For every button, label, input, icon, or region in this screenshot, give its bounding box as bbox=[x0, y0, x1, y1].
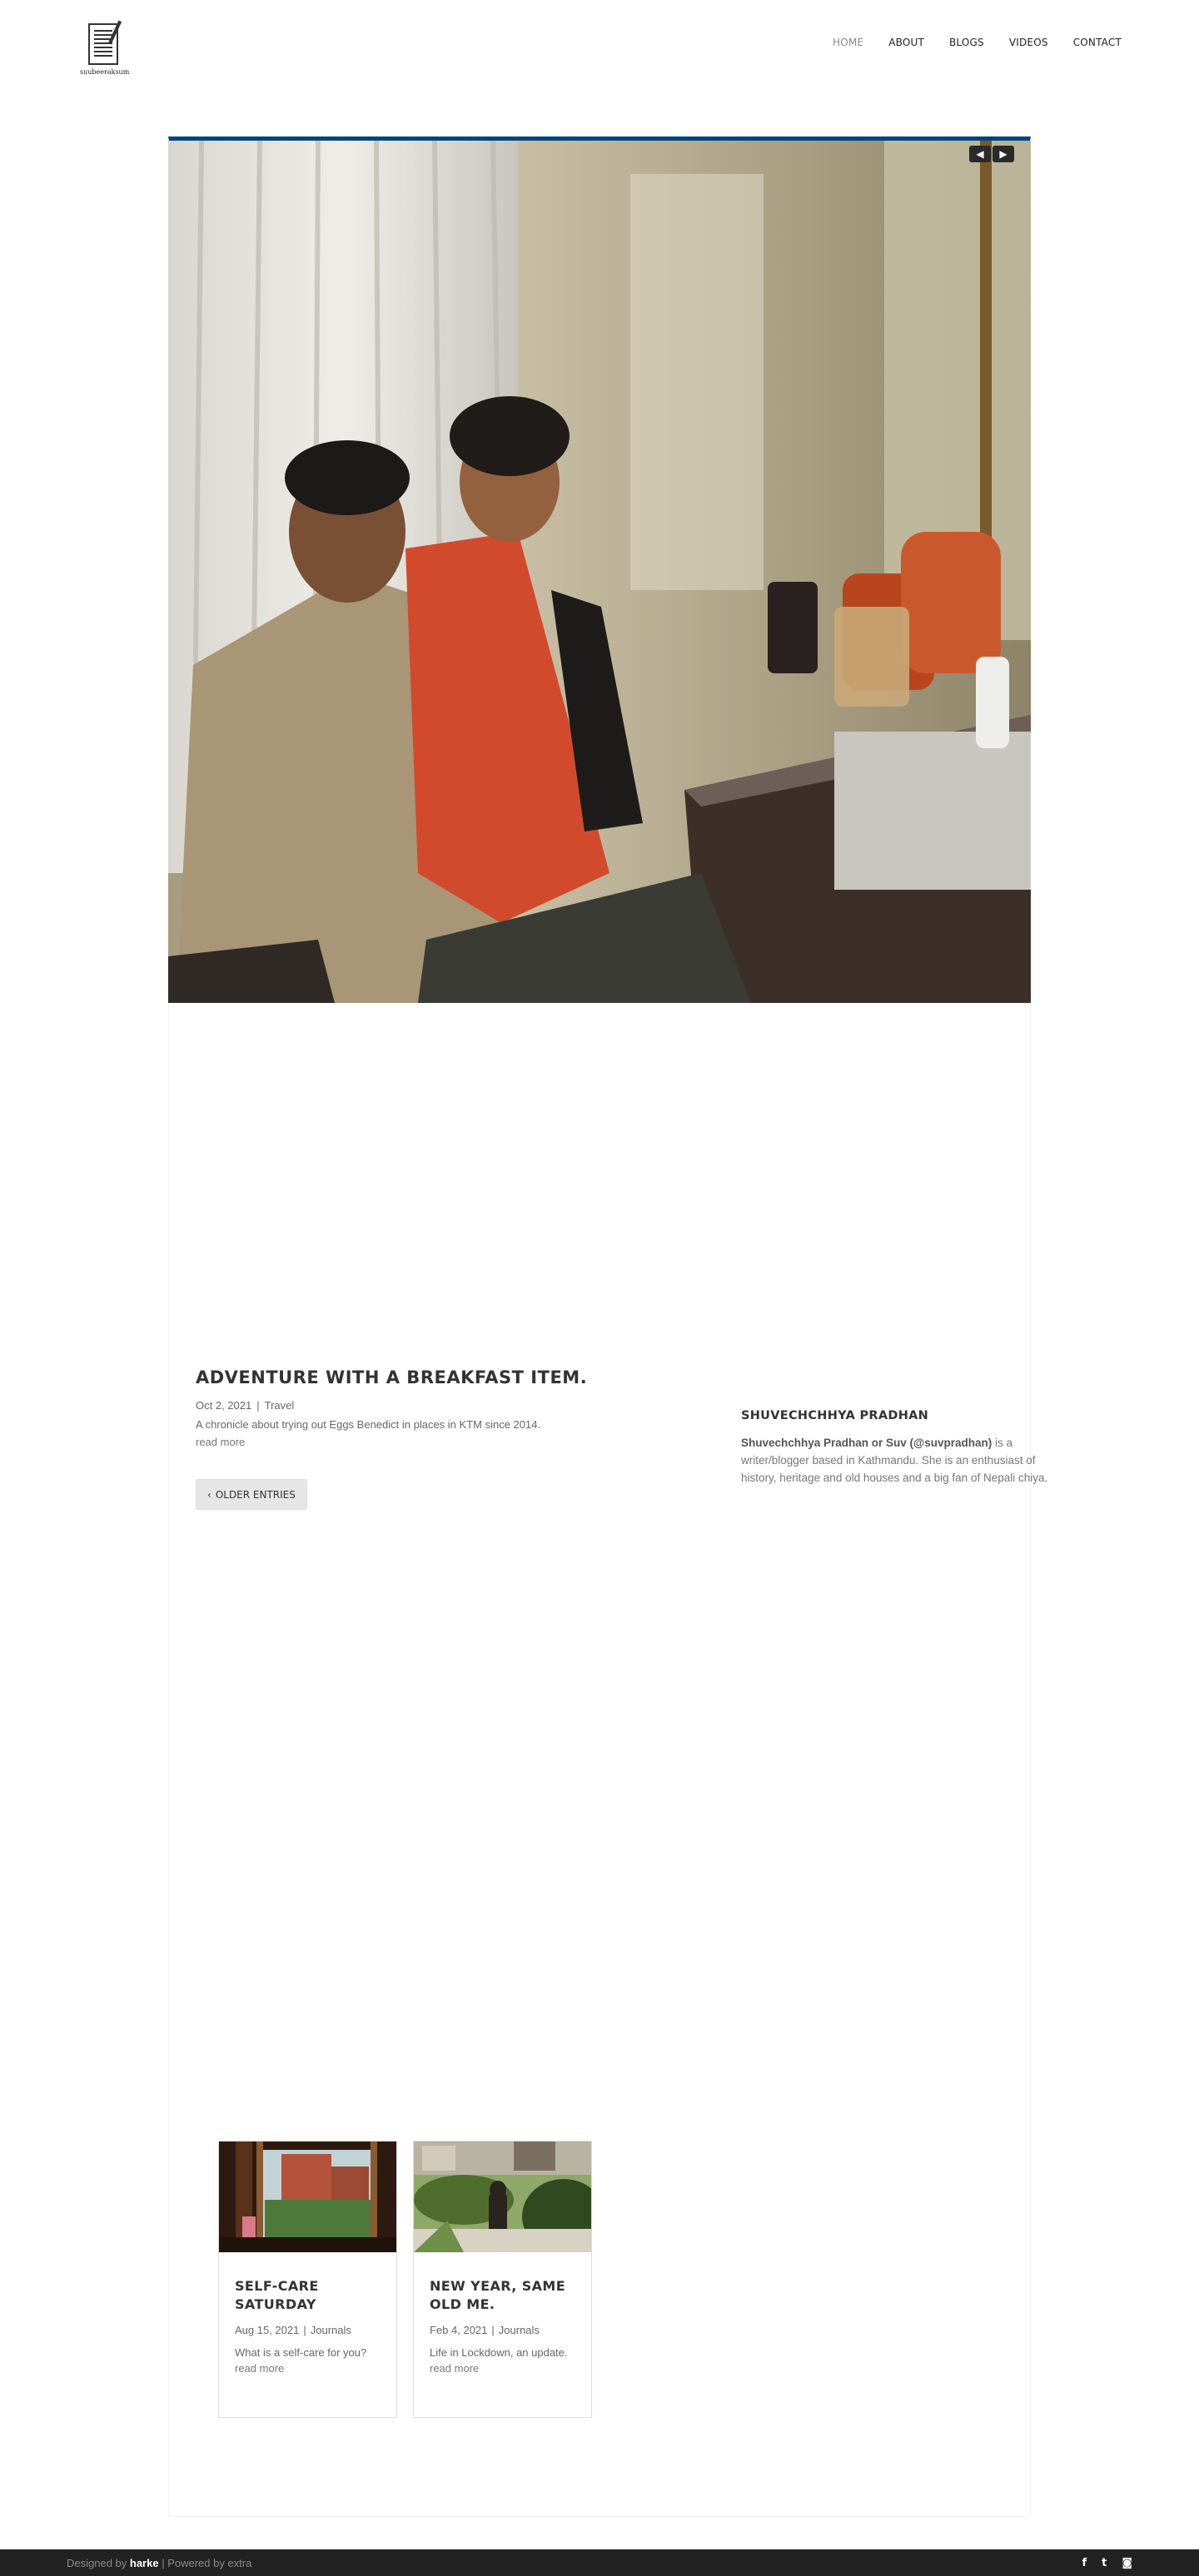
chevron-left-icon: ‹ bbox=[207, 1488, 211, 1501]
meta-separator: | bbox=[256, 1399, 260, 1412]
blog-post: ADVENTURE WITH A BREAKFAST ITEM. Oct 2, … bbox=[196, 1367, 662, 1450]
instagram-icon[interactable]: ◙ bbox=[1122, 2557, 1132, 2569]
read-more-link[interactable]: read more bbox=[196, 1436, 245, 1448]
nav-about[interactable]: ABOUT bbox=[888, 37, 924, 48]
post-category-link[interactable]: Travel bbox=[265, 1399, 295, 1412]
nav-home[interactable]: HOME bbox=[833, 37, 863, 48]
post-card-excerpt: What is a self-care for you? bbox=[235, 2346, 367, 2359]
slider-prev-icon[interactable]: ◀ bbox=[969, 146, 991, 162]
older-entries-button[interactable]: ‹ OLDER ENTRIES bbox=[196, 1479, 307, 1510]
post-card-category-link[interactable]: Journals bbox=[499, 2324, 540, 2336]
post-card: SELF-CARE SATURDAY Aug 15, 2021 | Journals… bbox=[218, 2141, 397, 2418]
older-entries-label: OLDER ENTRIES bbox=[215, 1488, 296, 1501]
nav-blogs[interactable]: BLOGS bbox=[949, 37, 984, 48]
post-card: NEW YEAR, SAME OLD ME. Feb 4, 2021 | Journ… bbox=[413, 2141, 592, 2418]
site-logo[interactable]: suubeeraksum bbox=[80, 20, 130, 78]
post-date: Oct 2, 2021 bbox=[196, 1399, 252, 1412]
logo-text: suubeeraksum bbox=[80, 68, 130, 76]
sidebar-about-widget: SHUVECHCHHYA PRADHAN Shuvechchhya Pradha… bbox=[741, 1409, 1066, 1487]
featured-slider[interactable]: ◀ ▶ bbox=[168, 141, 1031, 1003]
garden-photo bbox=[414, 2142, 591, 2252]
post-card-meta: Aug 15, 2021 | Journals bbox=[235, 2324, 381, 2336]
read-more-link[interactable]: read more bbox=[430, 2362, 479, 2375]
widget-bio: Shuvechchhya Pradhan or Suv (@suvpradhan… bbox=[741, 1434, 1066, 1487]
post-card-excerpt: Life in Lockdown, an update. bbox=[430, 2346, 568, 2359]
post-card-category-link[interactable]: Journals bbox=[311, 2324, 351, 2336]
post-card-title[interactable]: SELF-CARE SATURDAY bbox=[235, 2277, 381, 2314]
meta-separator: | bbox=[303, 2324, 306, 2336]
post-title[interactable]: ADVENTURE WITH A BREAKFAST ITEM. bbox=[196, 1367, 662, 1387]
meta-separator: | bbox=[491, 2324, 495, 2336]
slider-next-icon[interactable]: ▶ bbox=[993, 146, 1014, 162]
featured-photo bbox=[168, 141, 1031, 1003]
post-card-title[interactable]: NEW YEAR, SAME OLD ME. bbox=[430, 2277, 575, 2314]
credits-suffix: | Powered by extra bbox=[158, 2557, 252, 2569]
main-nav: HOME ABOUT BLOGS VIDEOS CONTACT bbox=[833, 37, 1122, 48]
nav-contact[interactable]: CONTACT bbox=[1073, 37, 1122, 48]
window-photo bbox=[219, 2142, 396, 2252]
designer-link[interactable]: harke bbox=[130, 2557, 159, 2569]
post-card-date: Feb 4, 2021 bbox=[430, 2324, 488, 2336]
nav-videos[interactable]: VIDEOS bbox=[1009, 37, 1048, 48]
widget-title: SHUVECHCHHYA PRADHAN bbox=[741, 1409, 929, 1422]
social-links: f t ◙ bbox=[1082, 2557, 1133, 2569]
footer-credits: Designed by harke | Powered by extra bbox=[67, 2557, 251, 2569]
slider-controls: ◀ ▶ bbox=[969, 146, 1014, 162]
post-card-thumbnail[interactable] bbox=[414, 2142, 591, 2252]
twitter-icon[interactable]: t bbox=[1102, 2557, 1107, 2569]
post-card-meta: Feb 4, 2021 | Journals bbox=[430, 2324, 575, 2336]
site-footer: Designed by harke | Powered by extra f t… bbox=[0, 2549, 1199, 2576]
post-meta: Oct 2, 2021 | Travel bbox=[196, 1399, 662, 1412]
site-header: suubeeraksum HOME ABOUT BLOGS VIDEOS CON… bbox=[0, 0, 1199, 92]
read-more-link[interactable]: read more bbox=[235, 2362, 284, 2375]
post-card-date: Aug 15, 2021 bbox=[235, 2324, 300, 2336]
credits-prefix: Designed by bbox=[67, 2557, 130, 2569]
author-name: Shuvechchhya Pradhan or Suv (@suvpradhan… bbox=[741, 1437, 993, 1449]
post-excerpt: A chronicle about trying out Eggs Benedi… bbox=[196, 1418, 541, 1431]
post-card-thumbnail[interactable] bbox=[219, 2142, 396, 2252]
facebook-icon[interactable]: f bbox=[1082, 2557, 1087, 2569]
